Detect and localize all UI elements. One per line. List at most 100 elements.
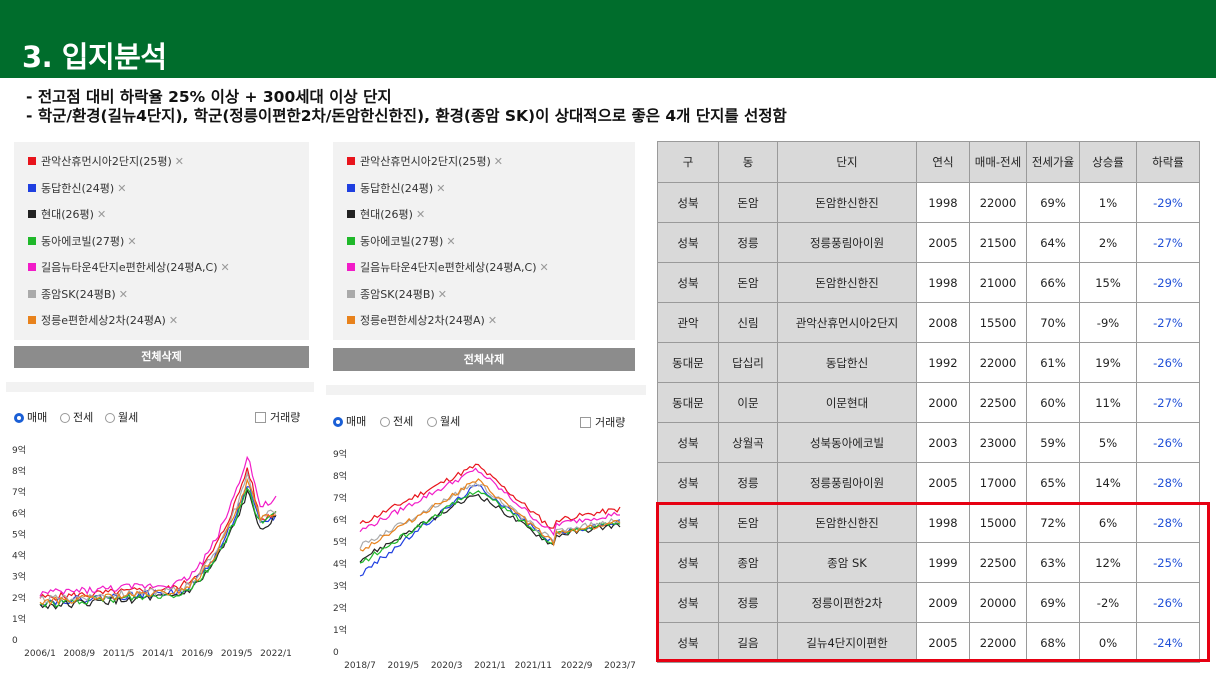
y-tick-label: 2억 <box>12 592 26 604</box>
table-row: 성북 정릉 정릉풍림아이원 2005 17000 65% 14% -28% <box>657 462 1200 503</box>
price-chart-right: 9억 8억 7억 6억 5억 4억 3억 2억 1억 0 2018/7 2019/5 2020/3 202… <box>333 448 636 671</box>
table-cell: -2% <box>1079 582 1137 623</box>
remove-icon[interactable]: ✕ <box>117 182 126 195</box>
table-cell: 12% <box>1079 542 1137 583</box>
table-cell: 돈암한신한진 <box>777 182 917 223</box>
radio-monthly-right[interactable]: 월세 <box>427 413 460 429</box>
checkbox-icon <box>580 417 591 428</box>
clear-all-button-left[interactable]: 전체삭제 <box>14 346 309 368</box>
legend-label: 동아에코빌(27평) <box>41 234 125 248</box>
y-tick-label: 6억 <box>12 507 26 519</box>
remove-icon[interactable]: ✕ <box>436 182 445 195</box>
remove-icon[interactable]: ✕ <box>488 314 497 327</box>
legend-swatch <box>28 210 36 218</box>
radio-sale-left[interactable]: 매매 <box>14 409 47 425</box>
checkbox-icon <box>255 412 266 423</box>
table-cell: 1999 <box>916 542 970 583</box>
table-cell: 1998 <box>916 262 970 303</box>
remove-icon[interactable]: ✕ <box>97 208 106 221</box>
legend-swatch <box>347 263 355 271</box>
remove-icon[interactable]: ✕ <box>416 208 425 221</box>
legend-swatch <box>28 183 36 192</box>
table-cell: 21500 <box>969 222 1027 263</box>
table-cell: 성북 <box>657 182 719 223</box>
legend-label: 현대(26평) <box>41 208 94 221</box>
table-cell: 2000 <box>916 382 970 423</box>
slide-title: 3. 입지분석 <box>22 40 167 74</box>
remove-icon[interactable]: ✕ <box>438 288 447 301</box>
table-cell: 1998 <box>916 502 970 543</box>
table-cell: 돈암 <box>718 182 778 223</box>
table-cell: 23000 <box>969 422 1027 463</box>
legend-label: 관악산휴먼시아2단지(25평) <box>41 155 172 168</box>
remove-icon[interactable]: ✕ <box>169 314 178 327</box>
remove-icon[interactable]: ✕ <box>119 288 128 301</box>
table-cell: 68% <box>1026 622 1080 663</box>
table-cell: 65% <box>1026 462 1080 503</box>
volume-checkbox-left[interactable]: 거래량 <box>255 409 300 425</box>
table-row: 관악 신림 관악산휴먼시아2단지 2008 15500 70% -9% -27% <box>657 302 1200 343</box>
table-cell: 2008 <box>916 302 970 343</box>
radio-monthly-left[interactable]: 월세 <box>105 409 138 425</box>
y-tick-label: 0 <box>333 648 339 658</box>
table-cell: -28% <box>1136 462 1200 503</box>
legend-item: 동답한신(24평) ✕ <box>347 180 445 196</box>
table-cell: 돈암한신한진 <box>777 502 917 543</box>
table-cell: 정릉이편한2차 <box>777 582 917 623</box>
volume-checkbox-right[interactable]: 거래량 <box>580 414 625 430</box>
legend-label: 현대(26평) <box>360 208 413 221</box>
table-cell: 70% <box>1026 302 1080 343</box>
legend-label: 동답한신(24평) <box>360 181 434 195</box>
radio-icon <box>105 413 115 423</box>
legend-swatch <box>28 157 36 165</box>
y-tick-label: 4억 <box>12 550 26 562</box>
radio-jeonse-left[interactable]: 전세 <box>60 409 93 425</box>
remove-icon[interactable]: ✕ <box>446 235 455 248</box>
table-row: 동대문 이문 이문현대 2000 22500 60% 11% -27% <box>657 382 1200 423</box>
radio-selected-icon <box>14 413 24 423</box>
table-cell: -27% <box>1136 302 1200 343</box>
radio-jeonse-right[interactable]: 전세 <box>380 413 413 429</box>
table-row: 성북 길음 길뉴4단지이편한 2005 22000 68% 0% -24% <box>657 622 1200 663</box>
legend-label: 길음뉴타운4단지e편한세상(24평A,C) <box>41 261 218 274</box>
clear-all-button-right[interactable]: 전체삭제 <box>333 348 635 371</box>
y-tick-label: 7억 <box>333 492 347 504</box>
legend-item: 길음뉴타운4단지e편한세상(24평A,C) ✕ <box>347 259 549 275</box>
legend-label: 종암SK(24평B) <box>41 287 116 301</box>
table-cell: 관악 <box>657 302 719 343</box>
table-cell: 20000 <box>969 582 1027 623</box>
table-cell: 64% <box>1026 222 1080 263</box>
table-cell: 성북 <box>657 582 719 623</box>
table-cell: -9% <box>1079 302 1137 343</box>
x-tick-label: 2021/1 <box>474 661 506 671</box>
table-cell: -29% <box>1136 182 1200 223</box>
legend-item: 정릉e편한세상2차(24평A) ✕ <box>28 312 178 328</box>
legend-swatch <box>347 236 355 245</box>
y-tick-label: 5억 <box>12 528 26 540</box>
remove-icon[interactable]: ✕ <box>175 155 184 168</box>
legend-swatch <box>347 316 355 324</box>
remove-icon[interactable]: ✕ <box>127 235 136 248</box>
legend-item: 관악산휴먼시아2단지(25평) ✕ <box>28 153 184 169</box>
table-cell: 22500 <box>969 382 1027 423</box>
remove-icon[interactable]: ✕ <box>494 155 503 168</box>
remove-icon[interactable]: ✕ <box>540 261 549 274</box>
series-line <box>359 484 621 577</box>
column-header: 동 <box>718 141 778 183</box>
x-tick-label: 2019/5 <box>387 661 419 671</box>
table-cell: 15% <box>1079 262 1137 303</box>
table-cell: -25% <box>1136 542 1200 583</box>
table-cell: 22500 <box>969 542 1027 583</box>
table-header-row: 구 동 단지 연식 매매-전세 전세가율 상승률 하락률 <box>657 141 1200 183</box>
table-cell: 돈암 <box>718 502 778 543</box>
table-cell: -26% <box>1136 342 1200 383</box>
radio-sale-right[interactable]: 매매 <box>333 413 366 429</box>
legend-swatch <box>347 210 355 218</box>
table-row: 성북 상월곡 성북동아에코빌 2003 23000 59% 5% -26% <box>657 422 1200 463</box>
legend-item: 종암SK(24평B) ✕ <box>28 286 128 302</box>
y-tick-label: 7억 <box>12 486 26 498</box>
y-tick-label: 2억 <box>333 602 347 614</box>
remove-icon[interactable]: ✕ <box>221 261 230 274</box>
x-tick-label: 2022/9 <box>561 661 593 671</box>
table-cell: -27% <box>1136 222 1200 263</box>
